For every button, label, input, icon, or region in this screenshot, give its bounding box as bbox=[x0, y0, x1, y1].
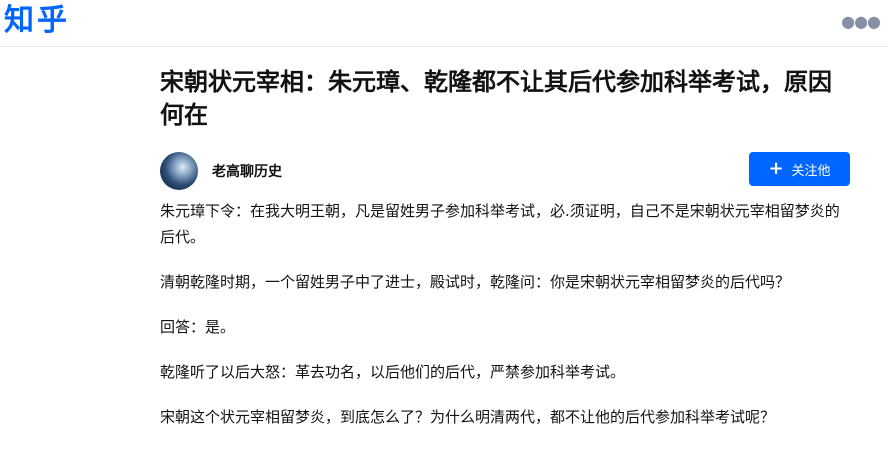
top-bar: 知乎 ●●● bbox=[0, 0, 888, 47]
author-name[interactable]: 老高聊历史 bbox=[212, 161, 282, 181]
author-row: 老高聊历史 + 关注他 bbox=[160, 152, 850, 196]
article-title: 宋朝状元宰相：朱元璋、乾隆都不让其后代参加科举考试，原因何在 bbox=[160, 68, 832, 129]
paragraph: 朱元璋下令：在我大明王朝，凡是留姓男子参加科举考试，必.须证明，自己不是宋朝状元… bbox=[160, 202, 840, 246]
article-content: 朱元璋下令：在我大明王朝，凡是留姓男子参加科举考试，必.须证明，自己不是宋朝状元… bbox=[160, 198, 850, 430]
follow-button[interactable]: + 关注他 bbox=[749, 152, 850, 186]
more-icon[interactable]: ●●● bbox=[841, 14, 881, 30]
avatar[interactable] bbox=[160, 152, 198, 190]
article: 宋朝状元宰相：朱元璋、乾隆都不让其后代参加科举考试，原因何在 老高聊历史 + 关… bbox=[160, 66, 850, 449]
paragraph: 回答：是。 bbox=[160, 318, 236, 336]
paragraph: 宋朝这个状元宰相留梦炎，到底怎么了？为什么明清两代，都不让他的后代参加科举考试呢… bbox=[160, 408, 776, 426]
paragraph: 清朝乾隆时期，一个留姓男子中了进士，殿试时，乾隆问：你是宋朝状元宰相留梦炎的后代… bbox=[160, 273, 791, 291]
paragraph: 乾隆听了以后大怒：革去功名，以后他们的后代，严禁参加科举考试。 bbox=[160, 363, 626, 381]
zhihu-logo[interactable]: 知乎 bbox=[4, 2, 70, 40]
plus-icon: + bbox=[768, 158, 784, 179]
follow-button-label: 关注他 bbox=[791, 163, 831, 179]
